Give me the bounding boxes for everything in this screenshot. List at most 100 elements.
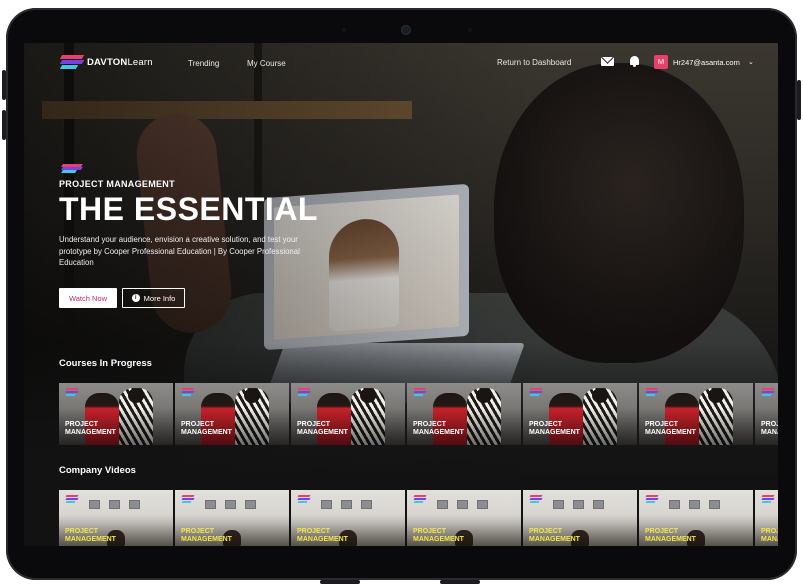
card-label-line: MANAGEMENT [413, 429, 464, 436]
card-label-line: PROJECT [645, 421, 679, 428]
top-nav: DAVTONLearn Trending My Course Return to… [24, 43, 778, 83]
return-to-dashboard-link[interactable]: Return to Dashboard [497, 58, 571, 67]
brand-mark-icon [413, 495, 428, 503]
hero-description: Understand your audience, envision a cre… [59, 235, 300, 267]
brand-mark-icon [65, 388, 80, 396]
hero-eyebrow: PROJECT MANAGEMENT [59, 179, 175, 189]
card-label: PROJECTMANAGEMENT [65, 421, 116, 437]
card-label-line: MANAGEMENT [761, 429, 778, 436]
brand-mark-icon [65, 495, 80, 503]
card-label-line: PROJECT [529, 421, 563, 428]
course-card[interactable]: PROJECTMANAGEMENT [291, 383, 405, 445]
card-label-line: MANAGEMENT [181, 536, 232, 543]
avatar[interactable]: M [654, 55, 668, 69]
brand-name-light: Learn [127, 56, 153, 68]
brand-name-bold: DAVTON [87, 56, 128, 68]
card-label: PROJECTMANAGEMENT [297, 528, 348, 544]
card-label-line: PROJECT [645, 528, 679, 535]
card-label-line: PROJECT [181, 421, 215, 428]
card-label: PROJECTMANAGEMENT [297, 421, 348, 437]
card-label: PROJECTMANAGEMENT [181, 421, 232, 437]
card-label-line: MANAGEMENT [645, 536, 696, 543]
card-label-line: PROJECT [413, 421, 447, 428]
card-label: PROJECTMANAGEMENT [761, 528, 778, 544]
section-title-courses-in-progress: Courses In Progress [59, 358, 152, 369]
card-label-line: PROJECT [65, 421, 99, 428]
card-label: PROJECTMANAGEMENT [645, 528, 696, 544]
nav-link-my-course[interactable]: My Course [247, 59, 286, 68]
card-label: PROJECTMANAGEMENT [529, 421, 580, 437]
card-label: PROJECTMANAGEMENT [413, 421, 464, 437]
course-card[interactable]: PROJECTMANAGEMENT [755, 383, 778, 445]
brand-mark-icon [529, 388, 544, 396]
company-videos-row: PROJECT MANAGEMENT PROJECT MANAGEMENT PROJ… [59, 490, 778, 546]
brand-mark-icon [761, 495, 776, 503]
more-info-button[interactable]: i More Info [122, 288, 185, 308]
card-label-line: MANAGEMENT [65, 536, 116, 543]
card-label-line: MANAGEMENT [181, 429, 232, 436]
video-card[interactable]: PROJECTMANAGEMENT [407, 490, 521, 546]
card-label-line: PROJECT [181, 528, 215, 535]
card-label-line: MANAGEMENT [645, 429, 696, 436]
brand-mark-icon [181, 495, 196, 503]
brand-mark-icon [181, 388, 196, 396]
nav-link-trending[interactable]: Trending [188, 59, 219, 68]
card-label: PROJECTMANAGEMENT [181, 528, 232, 544]
card-label-line: MANAGEMENT [413, 536, 464, 543]
card-label: PROJECTMANAGEMENT [761, 421, 778, 437]
user-email[interactable]: Hr247@asanta.com [673, 58, 740, 67]
hero-title: THE ESSENTIAL [59, 191, 318, 227]
card-label: PROJECTMANAGEMENT [65, 528, 116, 544]
brand-mark-icon [761, 388, 776, 396]
video-card[interactable]: PROJECTMANAGEMENT [175, 490, 289, 546]
card-label: PROJECTMANAGEMENT [413, 528, 464, 544]
courses-in-progress-row: PROJECT MANAGEMENT PROJECT MANAGEMENT PROJ… [59, 383, 778, 445]
bottom-button [440, 580, 480, 584]
card-label-line: MANAGEMENT [761, 536, 778, 543]
card-label-line: PROJECT [761, 528, 778, 535]
video-card[interactable]: PROJECTMANAGEMENT [755, 490, 778, 546]
brand-mark-icon [297, 495, 312, 503]
video-card[interactable]: PROJECTMANAGEMENT [59, 490, 173, 546]
brand-mark-icon [645, 495, 660, 503]
video-card[interactable]: PROJECTMANAGEMENT [639, 490, 753, 546]
brand-mark-icon [529, 495, 544, 503]
card-label-line: MANAGEMENT [529, 429, 580, 436]
brand-mark-icon [59, 55, 85, 69]
side-button [2, 70, 6, 100]
chevron-down-icon[interactable]: ⌄ [748, 58, 754, 66]
sensor-dot [468, 28, 472, 32]
brand-logo[interactable]: DAVTONLearn [59, 55, 153, 69]
card-label: PROJECTMANAGEMENT [529, 528, 580, 544]
card-label-line: PROJECT [65, 528, 99, 535]
section-title-company-videos: Company Videos [59, 465, 136, 476]
front-camera [402, 26, 410, 34]
card-label-line: PROJECT [761, 421, 778, 428]
bottom-button [320, 580, 360, 584]
video-card[interactable]: PROJECTMANAGEMENT [291, 490, 405, 546]
envelope-icon[interactable] [601, 57, 614, 66]
card-label-line: MANAGEMENT [297, 429, 348, 436]
card-label-line: MANAGEMENT [65, 429, 116, 436]
info-icon: i [131, 294, 140, 302]
app-screen: DAVTONLearn Trending My Course Return to… [24, 43, 778, 546]
brand-mark-icon [413, 388, 428, 396]
course-card[interactable]: PROJECTMANAGEMENT [523, 383, 637, 445]
card-label-line: MANAGEMENT [529, 536, 580, 543]
brand-name: DAVTONLearn [87, 57, 153, 68]
course-card[interactable]: PROJECTMANAGEMENT [639, 383, 753, 445]
course-card[interactable]: PROJECTMANAGEMENT [59, 383, 173, 445]
card-label-line: MANAGEMENT [297, 536, 348, 543]
bell-icon[interactable] [629, 55, 640, 67]
watch-now-button[interactable]: Watch Now [59, 288, 117, 308]
course-card[interactable]: PROJECTMANAGEMENT [175, 383, 289, 445]
video-card[interactable]: PROJECTMANAGEMENT [523, 490, 637, 546]
card-label-line: PROJECT [297, 528, 331, 535]
card-label: PROJECTMANAGEMENT [645, 421, 696, 437]
course-brand-icon [61, 164, 84, 173]
side-button [2, 110, 6, 140]
more-info-label: More Info [143, 293, 176, 303]
power-button [797, 80, 801, 120]
card-label-line: PROJECT [529, 528, 563, 535]
course-card[interactable]: PROJECTMANAGEMENT [407, 383, 521, 445]
